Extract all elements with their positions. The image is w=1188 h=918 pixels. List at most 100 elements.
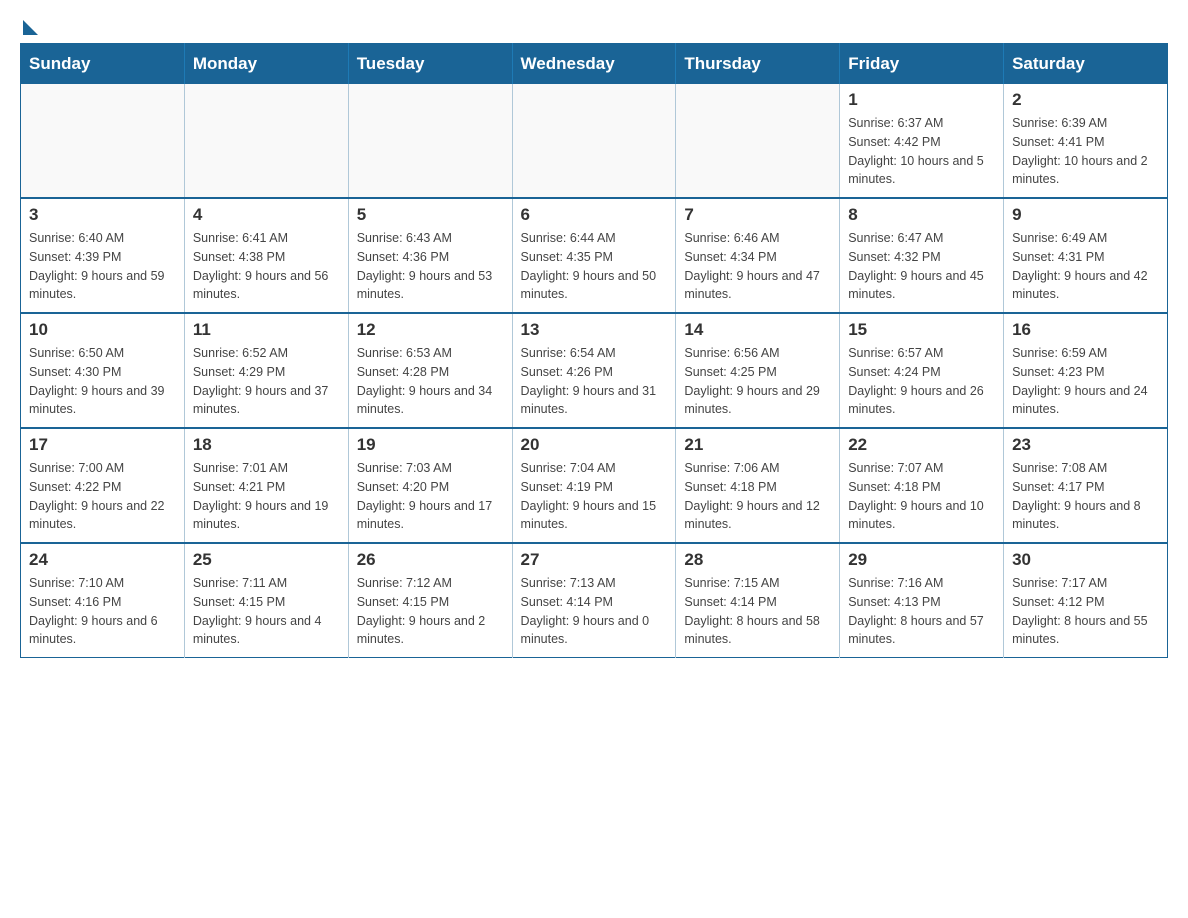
day-info: Sunrise: 7:03 AMSunset: 4:20 PMDaylight:… [357,459,504,534]
calendar-cell [184,84,348,198]
day-number: 13 [521,320,668,340]
calendar-cell: 14 Sunrise: 6:56 AMSunset: 4:25 PMDayligh… [676,313,840,428]
day-number: 30 [1012,550,1159,570]
day-number: 20 [521,435,668,455]
day-info: Sunrise: 7:04 AMSunset: 4:19 PMDaylight:… [521,459,668,534]
logo [20,20,38,27]
calendar-table: SundayMondayTuesdayWednesdayThursdayFrid… [20,43,1168,658]
day-number: 16 [1012,320,1159,340]
day-info: Sunrise: 6:53 AMSunset: 4:28 PMDaylight:… [357,344,504,419]
day-number: 11 [193,320,340,340]
day-number: 2 [1012,90,1159,110]
calendar-cell: 27 Sunrise: 7:13 AMSunset: 4:14 PMDayligh… [512,543,676,658]
day-info: Sunrise: 6:39 AMSunset: 4:41 PMDaylight:… [1012,114,1159,189]
day-info: Sunrise: 6:57 AMSunset: 4:24 PMDaylight:… [848,344,995,419]
calendar-week-5: 24 Sunrise: 7:10 AMSunset: 4:16 PMDayligh… [21,543,1168,658]
day-number: 17 [29,435,176,455]
calendar-cell: 8 Sunrise: 6:47 AMSunset: 4:32 PMDaylight… [840,198,1004,313]
calendar-cell: 23 Sunrise: 7:08 AMSunset: 4:17 PMDayligh… [1004,428,1168,543]
calendar-cell: 4 Sunrise: 6:41 AMSunset: 4:38 PMDaylight… [184,198,348,313]
day-info: Sunrise: 7:17 AMSunset: 4:12 PMDaylight:… [1012,574,1159,649]
day-number: 21 [684,435,831,455]
day-info: Sunrise: 7:07 AMSunset: 4:18 PMDaylight:… [848,459,995,534]
calendar-cell: 21 Sunrise: 7:06 AMSunset: 4:18 PMDayligh… [676,428,840,543]
calendar-cell: 5Sunrise: 6:43 AMSunset: 4:36 PMDaylight… [348,198,512,313]
day-number: 6 [521,205,668,225]
day-number: 23 [1012,435,1159,455]
day-number: 24 [29,550,176,570]
day-number: 14 [684,320,831,340]
calendar-cell: 3 Sunrise: 6:40 AMSunset: 4:39 PMDaylight… [21,198,185,313]
calendar-cell: 1 Sunrise: 6:37 AMSunset: 4:42 PMDaylight… [840,84,1004,198]
day-info: Sunrise: 6:40 AMSunset: 4:39 PMDaylight:… [29,229,176,304]
day-info: Sunrise: 7:06 AMSunset: 4:18 PMDaylight:… [684,459,831,534]
calendar-cell: 22 Sunrise: 7:07 AMSunset: 4:18 PMDayligh… [840,428,1004,543]
calendar-cell [21,84,185,198]
day-number: 27 [521,550,668,570]
calendar-cell: 16 Sunrise: 6:59 AMSunset: 4:23 PMDayligh… [1004,313,1168,428]
calendar-week-3: 10 Sunrise: 6:50 AMSunset: 4:30 PMDayligh… [21,313,1168,428]
calendar-cell [512,84,676,198]
day-info: Sunrise: 6:56 AMSunset: 4:25 PMDaylight:… [684,344,831,419]
day-number: 28 [684,550,831,570]
day-header-sunday: Sunday [21,44,185,85]
day-number: 15 [848,320,995,340]
day-header-monday: Monday [184,44,348,85]
day-info: Sunrise: 7:15 AMSunset: 4:14 PMDaylight:… [684,574,831,649]
day-info: Sunrise: 6:37 AMSunset: 4:42 PMDaylight:… [848,114,995,189]
calendar-cell: 19Sunrise: 7:03 AMSunset: 4:20 PMDayligh… [348,428,512,543]
day-info: Sunrise: 6:50 AMSunset: 4:30 PMDaylight:… [29,344,176,419]
day-header-tuesday: Tuesday [348,44,512,85]
day-number: 7 [684,205,831,225]
calendar-cell: 2 Sunrise: 6:39 AMSunset: 4:41 PMDaylight… [1004,84,1168,198]
calendar-cell: 29Sunrise: 7:16 AMSunset: 4:13 PMDayligh… [840,543,1004,658]
calendar-cell: 26 Sunrise: 7:12 AMSunset: 4:15 PMDayligh… [348,543,512,658]
day-info: Sunrise: 6:49 AMSunset: 4:31 PMDaylight:… [1012,229,1159,304]
day-number: 3 [29,205,176,225]
calendar-cell: 6 Sunrise: 6:44 AMSunset: 4:35 PMDaylight… [512,198,676,313]
day-number: 26 [357,550,504,570]
day-info: Sunrise: 6:59 AMSunset: 4:23 PMDaylight:… [1012,344,1159,419]
calendar-cell: 7 Sunrise: 6:46 AMSunset: 4:34 PMDaylight… [676,198,840,313]
calendar-cell [676,84,840,198]
day-number: 4 [193,205,340,225]
day-header-friday: Friday [840,44,1004,85]
day-number: 10 [29,320,176,340]
calendar-cell: 10 Sunrise: 6:50 AMSunset: 4:30 PMDayligh… [21,313,185,428]
day-number: 9 [1012,205,1159,225]
page-header [20,20,1168,27]
day-number: 22 [848,435,995,455]
day-info: Sunrise: 6:52 AMSunset: 4:29 PMDaylight:… [193,344,340,419]
day-info: Sunrise: 7:12 AMSunset: 4:15 PMDaylight:… [357,574,504,649]
logo-triangle-icon [23,20,38,35]
day-header-thursday: Thursday [676,44,840,85]
day-info: Sunrise: 7:16 AMSunset: 4:13 PMDaylight:… [848,574,995,649]
day-header-saturday: Saturday [1004,44,1168,85]
day-number: 1 [848,90,995,110]
day-info: Sunrise: 7:10 AMSunset: 4:16 PMDaylight:… [29,574,176,649]
calendar-week-1: 1 Sunrise: 6:37 AMSunset: 4:42 PMDaylight… [21,84,1168,198]
calendar-cell: 28 Sunrise: 7:15 AMSunset: 4:14 PMDayligh… [676,543,840,658]
day-number: 8 [848,205,995,225]
day-info: Sunrise: 7:08 AMSunset: 4:17 PMDaylight:… [1012,459,1159,534]
calendar-week-2: 3 Sunrise: 6:40 AMSunset: 4:39 PMDaylight… [21,198,1168,313]
day-info: Sunrise: 7:13 AMSunset: 4:14 PMDaylight:… [521,574,668,649]
day-number: 5 [357,205,504,225]
calendar-cell [348,84,512,198]
day-info: Sunrise: 7:00 AMSunset: 4:22 PMDaylight:… [29,459,176,534]
day-info: Sunrise: 6:46 AMSunset: 4:34 PMDaylight:… [684,229,831,304]
day-info: Sunrise: 6:44 AMSunset: 4:35 PMDaylight:… [521,229,668,304]
calendar-cell: 9 Sunrise: 6:49 AMSunset: 4:31 PMDaylight… [1004,198,1168,313]
calendar-week-4: 17 Sunrise: 7:00 AMSunset: 4:22 PMDayligh… [21,428,1168,543]
day-info: Sunrise: 7:11 AMSunset: 4:15 PMDaylight:… [193,574,340,649]
calendar-cell: 11 Sunrise: 6:52 AMSunset: 4:29 PMDayligh… [184,313,348,428]
day-info: Sunrise: 7:01 AMSunset: 4:21 PMDaylight:… [193,459,340,534]
day-number: 12 [357,320,504,340]
day-number: 18 [193,435,340,455]
day-number: 25 [193,550,340,570]
day-info: Sunrise: 6:47 AMSunset: 4:32 PMDaylight:… [848,229,995,304]
calendar-cell: 25 Sunrise: 7:11 AMSunset: 4:15 PMDayligh… [184,543,348,658]
day-info: Sunrise: 6:41 AMSunset: 4:38 PMDaylight:… [193,229,340,304]
calendar-cell: 13Sunrise: 6:54 AMSunset: 4:26 PMDayligh… [512,313,676,428]
day-header-wednesday: Wednesday [512,44,676,85]
